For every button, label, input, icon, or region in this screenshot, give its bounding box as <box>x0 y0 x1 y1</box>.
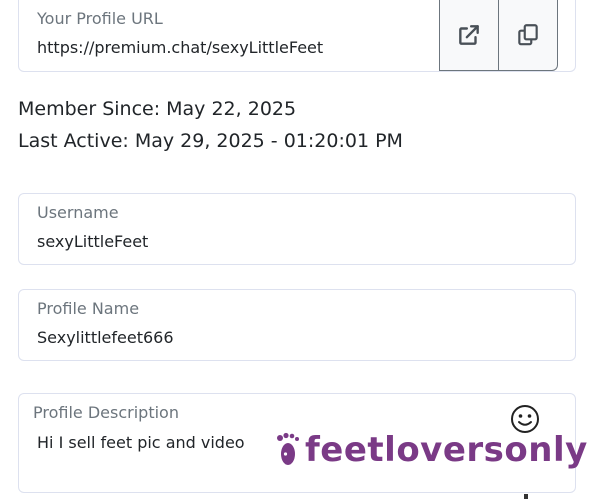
copy-icon <box>518 23 538 45</box>
footprint-icon <box>277 432 299 465</box>
profile-url-label: Your Profile URL <box>37 9 163 28</box>
username-input[interactable]: sexyLittleFeet <box>37 232 148 251</box>
textarea-resize-handle[interactable] <box>524 494 528 499</box>
member-since-text: Member Since: May 22, 2025 <box>18 98 297 120</box>
profile-description-label: Profile Description <box>33 403 179 422</box>
profile-name-input[interactable]: Sexylittlefeet666 <box>37 328 174 347</box>
profile-name-field-group[interactable]: Profile Name Sexylittlefeet666 <box>18 289 576 361</box>
watermark-logo: feetloversonly <box>275 430 588 470</box>
last-active-text: Last Active: May 29, 2025 - 01:20:01 PM <box>18 130 403 152</box>
username-label: Username <box>37 203 119 222</box>
profile-description-field-group[interactable]: Profile Description Hi I sell feet pic a… <box>18 393 587 493</box>
watermark-text: feetloversonly <box>305 430 588 470</box>
profile-url-field[interactable]: https://premium.chat/sexyLittleFeet <box>37 38 323 57</box>
username-field-group[interactable]: Username sexyLittleFeet <box>18 193 576 265</box>
open-link-button[interactable] <box>439 0 499 71</box>
external-link-icon <box>459 24 479 45</box>
profile-description-textarea[interactable]: Hi I sell feet pic and video <box>37 433 245 452</box>
profile-name-label: Profile Name <box>37 299 140 318</box>
copy-button[interactable] <box>498 0 558 71</box>
